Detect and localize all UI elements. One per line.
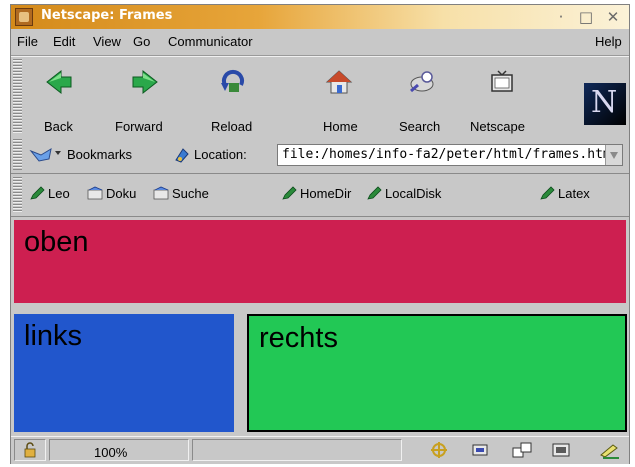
bookmarks-button[interactable]: Bookmarks [29,142,159,168]
home-icon [325,70,353,94]
zoom-indicator: 100% [49,439,189,461]
menu-communicator[interactable]: Communicator [168,34,253,49]
security-lock-icon [24,442,36,458]
location-label: Location: [194,147,247,162]
bookmarks-icon [29,147,61,162]
search-button[interactable]: Search [391,63,451,135]
bookmark-doku-label: Doku [106,186,137,201]
browser-window: Netscape: Frames · □ ✕ File Edit View Go… [10,4,630,464]
bookmark-leo-label: Leo [48,186,70,201]
maximize-icon[interactable]: □ [576,7,596,27]
menu-view[interactable]: View [93,34,121,49]
bookmark-homedir-label: HomeDir [300,186,352,201]
menu-go[interactable]: Go [133,34,150,49]
minimize-icon[interactable]: · [551,7,571,27]
status-message [192,439,402,461]
netscape-logo-letter: N [591,85,618,120]
personal-toolbar: Leo Doku Suche HomeDir LocalDisk Latex [11,174,629,217]
bookmark-localdisk-label: LocalDisk [385,186,442,201]
address-book-icon[interactable] [551,441,571,459]
security-indicator[interactable] [14,439,46,461]
netscape-button[interactable]: Netscape [466,63,540,135]
search-icon [410,71,434,93]
menu-file[interactable]: File [17,34,38,49]
forward-arrow-icon [132,69,158,95]
frame-right[interactable]: rechts [247,314,627,432]
back-button[interactable]: Back [29,63,89,135]
pencil-icon [30,186,45,200]
personal-grip[interactable] [13,177,22,213]
frame-top[interactable]: oben [14,220,626,303]
bookmark-doku[interactable]: Doku [87,186,136,201]
menu-help[interactable]: Help [595,34,622,49]
navigation-toolbar: Back Forward Reload Home Search Netscape… [11,56,629,137]
menu-edit[interactable]: Edit [53,34,75,49]
folder-icon [153,186,169,200]
pencil-icon [282,186,297,200]
netscape-icon [491,70,513,92]
bookmark-homedir[interactable]: HomeDir [281,186,351,201]
location-url-input[interactable]: file:/homes/info-fa2/peter/html/frames.h… [277,144,623,166]
home-label: Home [323,119,358,134]
location-url-text: file:/homes/info-fa2/peter/html/frames.h… [282,147,619,162]
newsgroups-icon[interactable] [511,441,533,459]
bookmark-latex[interactable]: Latex [539,186,590,201]
frameset-content: oben links rechts [11,217,629,435]
pencil-icon [367,186,382,200]
back-arrow-icon [46,69,72,95]
frame-left-label: links [24,320,83,352]
folder-icon [87,186,103,200]
bookmark-latex-label: Latex [558,186,590,201]
reload-label: Reload [211,119,253,134]
mail-icon[interactable] [471,441,491,459]
menu-bar: File Edit View Go Communicator Help [11,30,629,56]
pencil-icon [540,186,555,200]
location-grip[interactable] [13,139,22,170]
home-button[interactable]: Home [311,63,367,135]
component-bar [411,441,626,461]
bookmark-leo[interactable]: Leo [29,186,70,201]
composer-icon[interactable] [599,441,621,459]
bookmark-suche[interactable]: Suche [153,186,209,201]
reload-icon [221,69,244,92]
title-bar[interactable]: Netscape: Frames · □ ✕ [11,5,629,29]
reload-button[interactable]: Reload [201,63,265,135]
close-icon[interactable]: ✕ [603,7,623,27]
frame-right-label: rechts [259,322,338,354]
bookmarks-label: Bookmarks [67,147,133,162]
netscape-label: Netscape [470,119,525,134]
zoom-value: 100% [94,445,128,460]
frame-left[interactable]: links [14,314,234,432]
toolbar-grip[interactable] [13,59,22,133]
navigator-icon[interactable] [429,441,449,459]
status-bar: 100% [11,436,629,464]
bookmark-suche-label: Suche [172,186,209,201]
window-title: Netscape: Frames [41,8,173,23]
url-dropdown-icon[interactable] [605,145,622,165]
back-label: Back [44,119,73,134]
netscape-logo[interactable]: N [584,83,626,125]
forward-button[interactable]: Forward [109,63,179,135]
bookmark-localdisk[interactable]: LocalDisk [366,186,441,201]
netscape-window-icon[interactable] [15,8,33,26]
location-toolbar: Bookmarks Location: file:/homes/info-fa2… [11,136,629,174]
location-icon[interactable] [173,146,191,164]
forward-label: Forward [115,119,163,134]
search-label: Search [399,119,441,134]
frame-top-label: oben [24,226,89,258]
